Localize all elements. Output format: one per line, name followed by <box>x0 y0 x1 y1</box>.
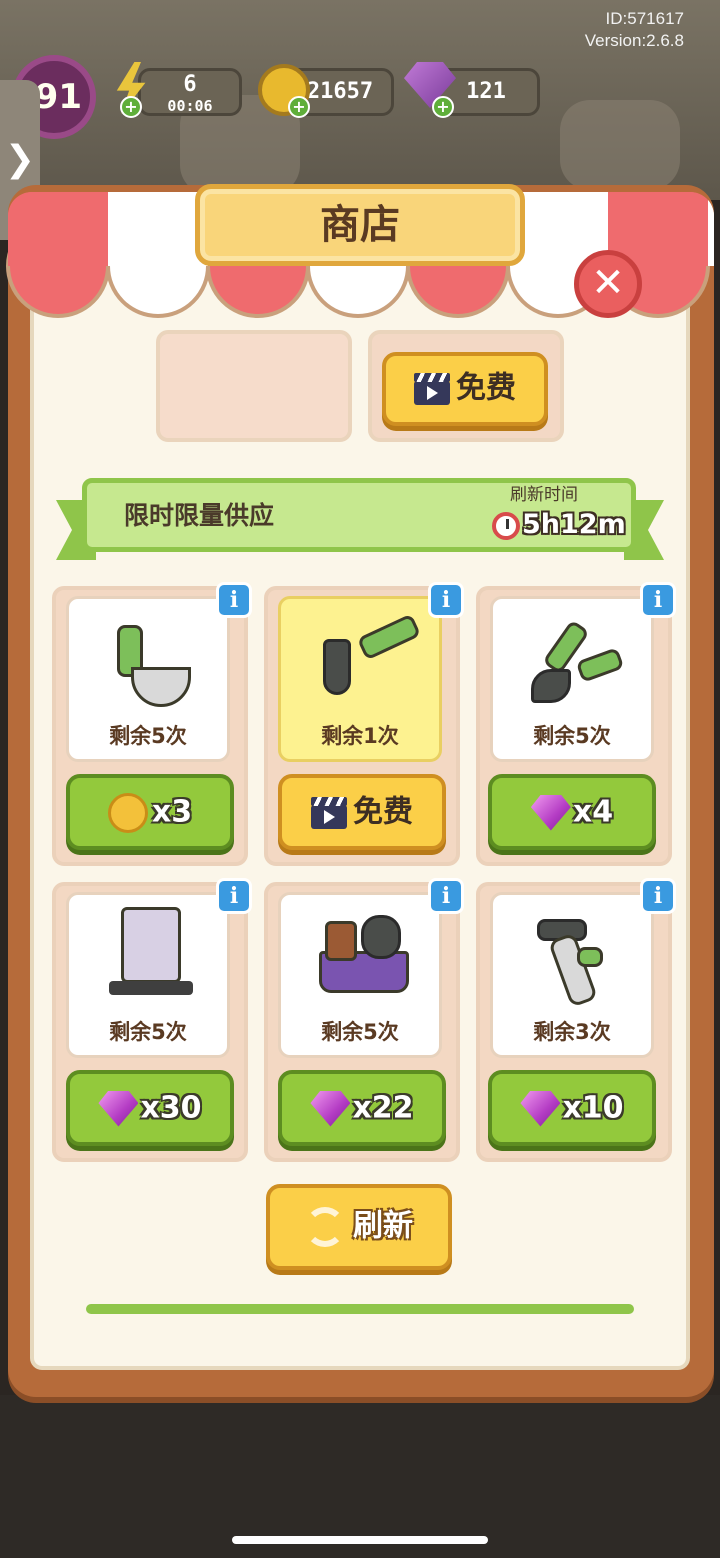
chevron-right-icon: ❯ <box>4 139 36 180</box>
pliers-handle <box>575 647 625 683</box>
add-coins-button[interactable]: + <box>288 96 310 118</box>
plus-icon: + <box>124 97 138 116</box>
player-id: ID:571617 <box>605 9 684 28</box>
video-clapper-icon <box>311 796 347 829</box>
info-icon: i <box>229 883 239 909</box>
clock-icon <box>492 512 520 540</box>
buy-button[interactable]: x10 <box>488 1070 656 1146</box>
refresh-label: 刷新 <box>353 1208 413 1244</box>
buy-button[interactable]: x30 <box>66 1070 234 1146</box>
refresh-icon <box>305 1206 345 1247</box>
l-wrench-socket <box>323 639 351 695</box>
previous-item-slot <box>156 330 352 442</box>
bottom-background <box>0 1395 720 1558</box>
add-energy-button[interactable]: + <box>120 96 142 118</box>
basket-part <box>325 921 357 961</box>
gem-icon <box>310 1090 351 1127</box>
item-info-button[interactable]: i <box>428 878 464 914</box>
previous-free-video-button[interactable]: 免费 <box>382 352 548 426</box>
shop-title-text: 商店 <box>320 202 400 248</box>
item-info-button[interactable]: i <box>428 582 464 618</box>
wrench-grip <box>577 947 603 967</box>
item-info-button[interactable]: i <box>640 878 676 914</box>
add-gems-button[interactable]: + <box>432 96 454 118</box>
l-wrench-icon <box>356 613 422 661</box>
scene-decoration <box>560 100 680 190</box>
info-icon: i <box>441 587 451 613</box>
energy-timer: 00:06 <box>167 97 213 115</box>
shop-title: 商店 <box>195 184 525 266</box>
wrench-handle <box>547 932 599 1008</box>
item-remaining: 剩余5次 <box>109 1020 187 1044</box>
info-icon: i <box>653 883 663 909</box>
close-icon: ✕ <box>591 260 625 306</box>
price-label: x22 <box>352 1090 414 1126</box>
item-info-button[interactable]: i <box>640 582 676 618</box>
refresh-time-label: 刷新时间 <box>510 485 578 505</box>
coin-value: 21657 <box>306 79 374 104</box>
section-title: 限时限量供应 <box>124 501 275 530</box>
gem-icon <box>98 1090 139 1127</box>
item-info-button[interactable]: i <box>216 878 252 914</box>
price-label: x4 <box>572 794 614 830</box>
boxes-cart-icon <box>121 907 181 983</box>
item-remaining: 剩余5次 <box>109 724 187 748</box>
basket-gear <box>361 915 401 959</box>
close-button[interactable]: ✕ <box>574 250 642 318</box>
pipe-elbow-bend <box>131 667 191 707</box>
info-icon: i <box>229 587 239 613</box>
energy-counter: 6 00:06 <box>138 68 242 116</box>
item-info-button[interactable]: i <box>216 582 252 618</box>
price-label: x10 <box>562 1090 624 1126</box>
gem-icon <box>520 1090 561 1127</box>
plus-icon: + <box>292 97 306 116</box>
item-remaining: 剩余3次 <box>533 1020 611 1044</box>
coin-icon <box>107 792 148 833</box>
item-remaining: 剩余5次 <box>533 724 611 748</box>
refresh-button[interactable]: 刷新 <box>266 1184 452 1270</box>
free-video-button[interactable]: 免费 <box>278 774 446 850</box>
home-indicator[interactable] <box>232 1536 488 1544</box>
version-label: Version:2.6.8 <box>584 31 684 50</box>
price-label: x30 <box>140 1090 202 1126</box>
pliers-jaw <box>531 669 571 703</box>
buy-button[interactable]: x22 <box>278 1070 446 1146</box>
level-value: 91 <box>34 77 82 117</box>
price-label: 免费 <box>353 794 413 830</box>
gem-icon <box>530 794 571 831</box>
next-section-banner <box>86 1304 634 1314</box>
free-label: 免费 <box>456 370 516 406</box>
info-icon: i <box>441 883 451 909</box>
energy-value: 6 <box>183 72 197 97</box>
item-remaining: 剩余1次 <box>321 724 399 748</box>
video-clapper-icon <box>414 372 450 405</box>
buy-button[interactable]: x4 <box>488 774 656 850</box>
refresh-timer: 5h12m <box>522 509 626 540</box>
build-info: ID:571617 Version:2.6.8 <box>585 8 684 52</box>
info-icon: i <box>653 587 663 613</box>
buy-button[interactable]: x3 <box>66 774 234 850</box>
cart-platform <box>109 981 193 995</box>
plus-icon: + <box>436 97 450 116</box>
item-remaining: 剩余5次 <box>321 1020 399 1044</box>
gem-value: 121 <box>466 79 506 104</box>
price-label: x3 <box>151 794 193 830</box>
